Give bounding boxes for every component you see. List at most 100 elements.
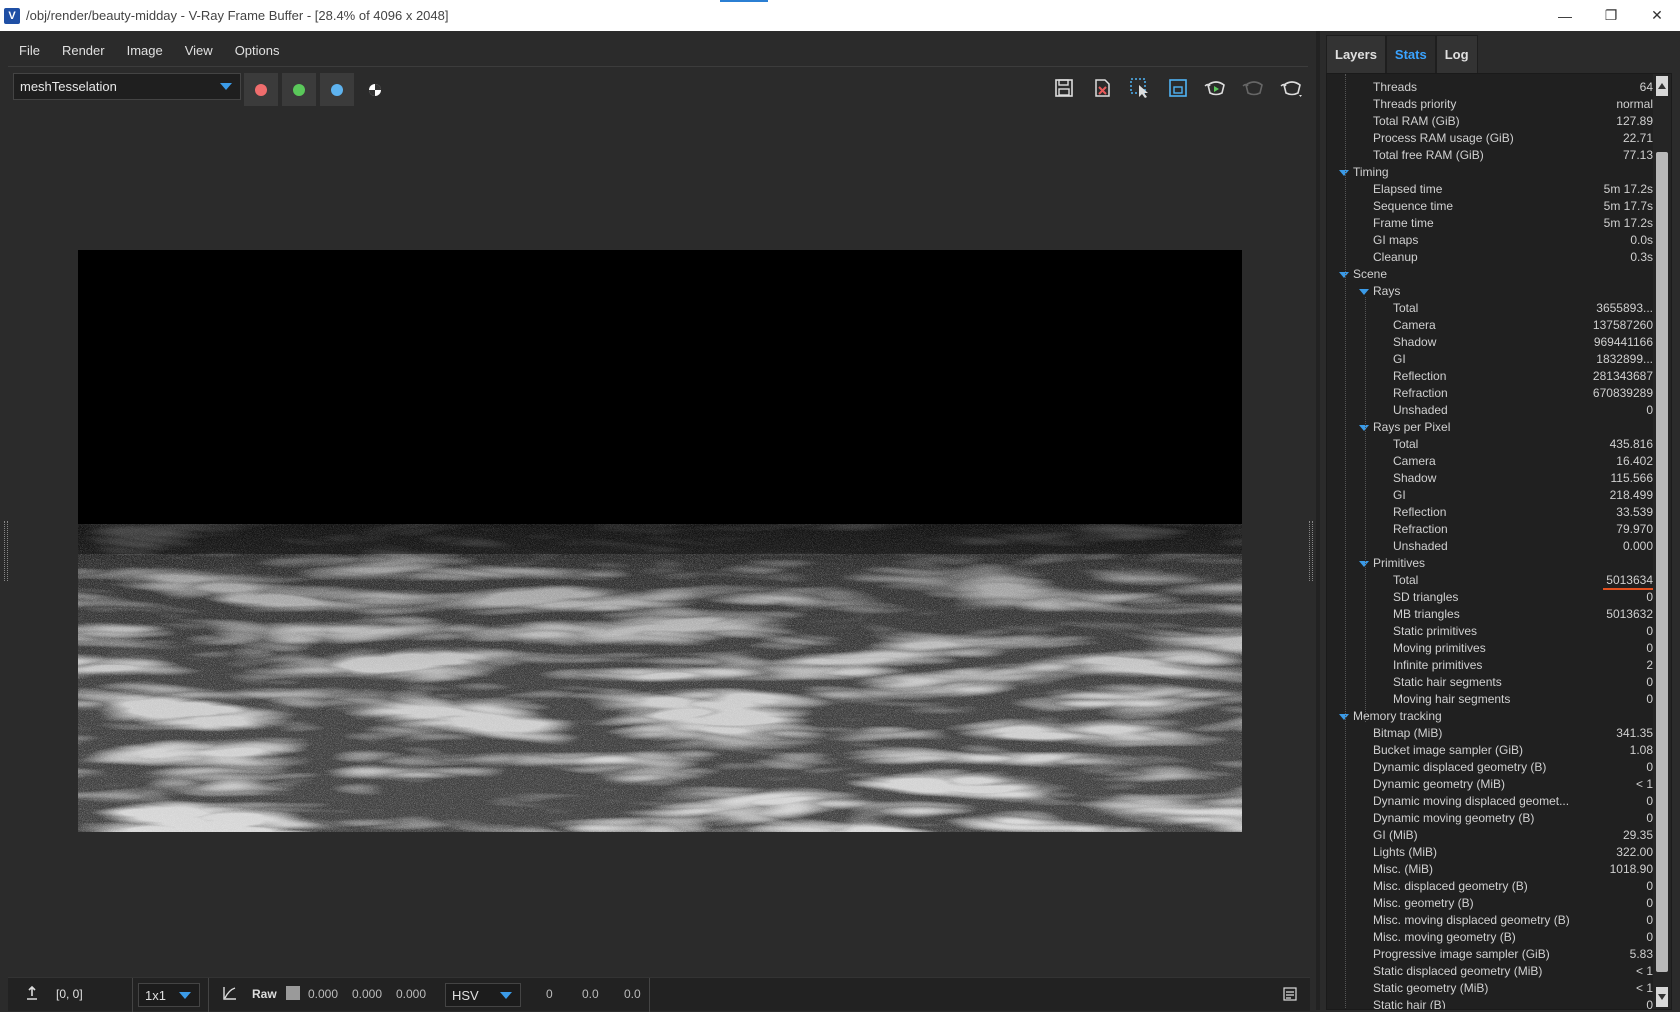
save-icon[interactable] xyxy=(1050,73,1078,103)
stats-row: Bucket image sampler (GiB) 1.08 xyxy=(1327,742,1653,759)
stat-label: Total xyxy=(1393,437,1419,451)
stat-label: Shadow xyxy=(1393,471,1437,485)
menu-render[interactable]: Render xyxy=(51,43,116,58)
stat-label: Static hair (B) xyxy=(1373,998,1446,1010)
stat-value: 0 xyxy=(1646,590,1653,604)
stats-row: Unshaded 0.000 xyxy=(1327,538,1653,555)
zoom-select[interactable]: 1x1 xyxy=(138,983,200,1007)
scroll-down-button[interactable] xyxy=(1656,987,1668,1007)
stat-value: 1.08 xyxy=(1629,743,1653,757)
scroll-up-button[interactable] xyxy=(1656,76,1668,96)
red-channel-button[interactable] xyxy=(244,73,278,106)
expand-triangle-icon[interactable] xyxy=(1339,170,1349,176)
stat-value: < 1 xyxy=(1635,981,1653,995)
stats-group-row[interactable]: Rays xyxy=(1327,283,1653,300)
stats-group-row[interactable]: Rays per Pixel xyxy=(1327,419,1653,436)
tab-log[interactable]: Log xyxy=(1435,35,1478,73)
expand-triangle-icon[interactable] xyxy=(1359,561,1369,567)
stats-group-row[interactable]: Scene xyxy=(1327,266,1653,283)
stat-label: Process RAM usage (GiB) xyxy=(1373,131,1514,145)
stats-group-row[interactable]: Timing xyxy=(1327,164,1653,181)
stat-value: 341.35 xyxy=(1616,726,1653,740)
expand-triangle-icon[interactable] xyxy=(1339,272,1349,278)
expand-triangle-icon[interactable] xyxy=(1339,714,1349,720)
expand-triangle-icon[interactable] xyxy=(1359,425,1369,431)
stat-label: Timing xyxy=(1353,165,1389,179)
hsv-value-h: 0 xyxy=(546,987,553,1001)
stat-label: Rays per Pixel xyxy=(1373,420,1451,434)
rendered-image xyxy=(78,250,1242,832)
stat-label: Bitmap (MiB) xyxy=(1373,726,1443,740)
stats-row: Refraction 670839289 xyxy=(1327,385,1653,402)
stat-value: 127.89 xyxy=(1616,114,1653,128)
stats-group-row[interactable]: Primitives xyxy=(1327,555,1653,572)
left-splitter-handle[interactable] xyxy=(4,521,8,581)
stat-value: 79.970 xyxy=(1616,522,1653,536)
stat-label: Camera xyxy=(1393,318,1436,332)
scrollbar-thumb[interactable] xyxy=(1656,152,1668,972)
render-icon[interactable] xyxy=(1202,73,1230,103)
render-viewport[interactable] xyxy=(78,250,1242,832)
stats-row: Moving hair segments 0 xyxy=(1327,691,1653,708)
stat-value: 0 xyxy=(1646,998,1653,1010)
status-divider xyxy=(649,978,650,1012)
pick-color-icon[interactable] xyxy=(24,985,40,1004)
stat-value: 64 xyxy=(1639,80,1653,94)
stop-render-icon[interactable] xyxy=(1240,73,1268,103)
stats-row: GI 218.499 xyxy=(1327,487,1653,504)
blue-channel-button[interactable] xyxy=(320,73,354,106)
stat-label: Misc. geometry (B) xyxy=(1373,896,1474,910)
channel-select[interactable]: meshTesselation xyxy=(13,73,241,100)
window-title: /obj/render/beauty-midday - V-Ray Frame … xyxy=(26,8,449,23)
stat-value: 29.35 xyxy=(1622,828,1653,842)
stats-row: Static primitives 0 xyxy=(1327,623,1653,640)
tab-layers[interactable]: Layers xyxy=(1326,35,1386,73)
menu-image[interactable]: Image xyxy=(116,43,174,58)
color-mode-select[interactable]: HSV xyxy=(445,983,521,1007)
toolbar-icons xyxy=(1050,73,1306,103)
stats-row: Reflection 33.539 xyxy=(1327,504,1653,521)
stats-tree-view[interactable]: Threads 64 Threads priority normal Total RAM… xyxy=(1326,73,1672,1010)
stat-value: 0 xyxy=(1646,930,1653,944)
stats-group-row[interactable]: Memory tracking xyxy=(1327,708,1653,725)
history-icon[interactable] xyxy=(1283,987,1297,1004)
green-channel-button[interactable] xyxy=(282,73,316,106)
stat-label: Static geometry (MiB) xyxy=(1373,981,1489,995)
color-mode-value: HSV xyxy=(452,987,479,1003)
stats-row: Total RAM (GiB) 127.89 xyxy=(1327,113,1653,130)
color-swatch xyxy=(286,986,300,1000)
curve-icon[interactable] xyxy=(222,985,238,1004)
stat-label: Misc. displaced geometry (B) xyxy=(1373,879,1528,893)
clear-image-icon[interactable] xyxy=(1088,73,1116,103)
close-button[interactable]: ✕ xyxy=(1634,0,1680,31)
stats-scrollbar[interactable] xyxy=(1653,74,1671,1009)
stat-value: 218.499 xyxy=(1609,488,1653,502)
menu-file[interactable]: File xyxy=(8,43,51,58)
stat-value: 0 xyxy=(1646,675,1653,689)
menu-options[interactable]: Options xyxy=(224,43,291,58)
minimize-button[interactable]: — xyxy=(1542,0,1588,31)
right-splitter-handle[interactable] xyxy=(1309,521,1313,581)
stat-label: Dynamic displaced geometry (B) xyxy=(1373,760,1547,774)
stat-label: Rays xyxy=(1373,284,1401,298)
stat-value: 0.3s xyxy=(1630,250,1653,264)
region-select-icon[interactable] xyxy=(1126,73,1154,103)
expand-triangle-icon[interactable] xyxy=(1359,289,1369,295)
stat-value: normal xyxy=(1616,97,1653,111)
stat-value: < 1 xyxy=(1635,777,1653,791)
menu-separator xyxy=(8,66,1308,67)
blue-dot-icon xyxy=(331,83,343,96)
stat-label: Reflection xyxy=(1393,369,1447,383)
stat-value: 137587260 xyxy=(1592,318,1653,332)
menu-view[interactable]: View xyxy=(174,43,224,58)
stat-value: 0.0s xyxy=(1630,233,1653,247)
stats-row: Shadow 115.566 xyxy=(1327,470,1653,487)
tab-stats[interactable]: Stats xyxy=(1385,35,1436,73)
restore-button[interactable]: ❐ xyxy=(1588,0,1634,31)
stat-label: SD triangles xyxy=(1393,590,1459,604)
alpha-channel-button[interactable] xyxy=(358,73,392,106)
track-mouse-icon[interactable] xyxy=(1164,73,1192,103)
stats-row: Elapsed time 5m 17.2s xyxy=(1327,181,1653,198)
render-options-icon[interactable] xyxy=(1278,73,1306,103)
stats-row: Misc. geometry (B) 0 xyxy=(1327,895,1653,912)
